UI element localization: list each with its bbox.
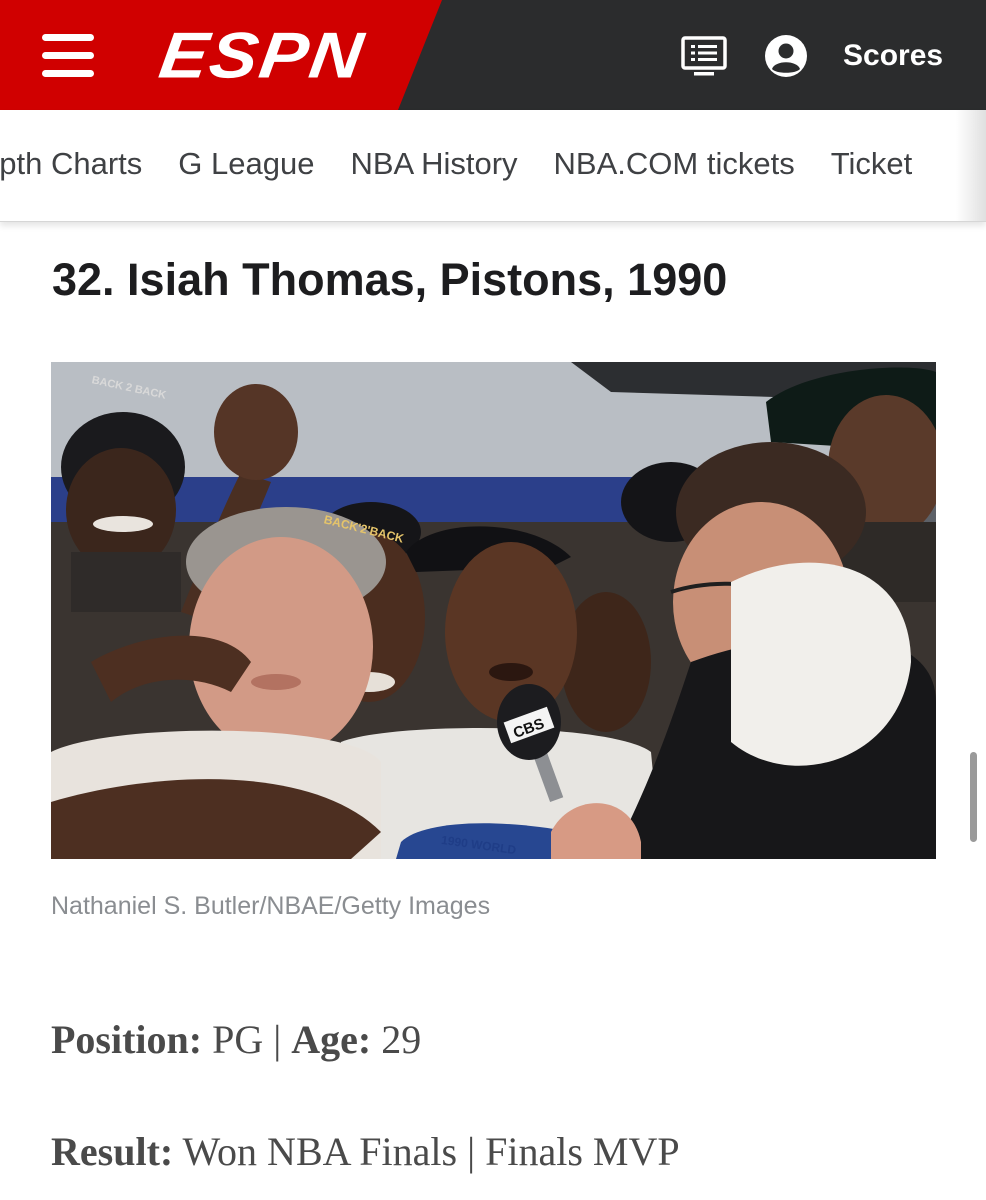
result-value-finals: Won NBA Finals (182, 1129, 458, 1174)
tv-guide-icon[interactable] (680, 32, 728, 80)
scores-link[interactable]: Scores (843, 36, 943, 76)
subnav-item-tickets[interactable]: Ticket (831, 144, 913, 184)
position-age-line: Position: PG | Age: 29 (51, 1015, 421, 1065)
article-photo[interactable]: BACK 2 BACK BACK'2'BACK CBS 1990 WORLD (51, 362, 936, 859)
menu-button[interactable] (40, 32, 96, 80)
brand-red-panel (0, 0, 442, 110)
position-label: Position: (51, 1017, 203, 1062)
espn-logo[interactable]: ESPN (155, 20, 384, 92)
subnav-track: epth Charts G League NBA History NBA.COM… (0, 144, 912, 184)
top-header: ESPN Scores (0, 0, 986, 110)
account-icon[interactable] (762, 32, 810, 80)
fact-separator: | (273, 1017, 282, 1062)
subnav-item-nba-com-tickets[interactable]: NBA.COM tickets (554, 144, 795, 184)
result-line: Result: Won NBA Finals | Finals MVP (51, 1127, 680, 1177)
page-scrollbar[interactable] (970, 752, 977, 842)
article-headline: 32. Isiah Thomas, Pistons, 1990 (52, 254, 728, 305)
position-value: PG (212, 1017, 264, 1062)
age-value: 29 (381, 1017, 422, 1062)
nba-subnav: epth Charts G League NBA History NBA.COM… (0, 110, 986, 222)
hamburger-icon (42, 34, 94, 41)
subnav-item-nba-history[interactable]: NBA History (350, 144, 517, 184)
age-label: Age: (291, 1017, 372, 1062)
result-label: Result: (51, 1129, 174, 1174)
subnav-item-depth-charts[interactable]: epth Charts (0, 144, 142, 184)
fact-separator: | (467, 1129, 476, 1174)
photo-credit: Nathaniel S. Butler/NBAE/Getty Images (51, 892, 491, 920)
subnav-scroll-fade (956, 110, 986, 221)
subnav-item-g-league[interactable]: G League (178, 144, 314, 184)
result-value-mvp: Finals MVP (485, 1129, 680, 1174)
